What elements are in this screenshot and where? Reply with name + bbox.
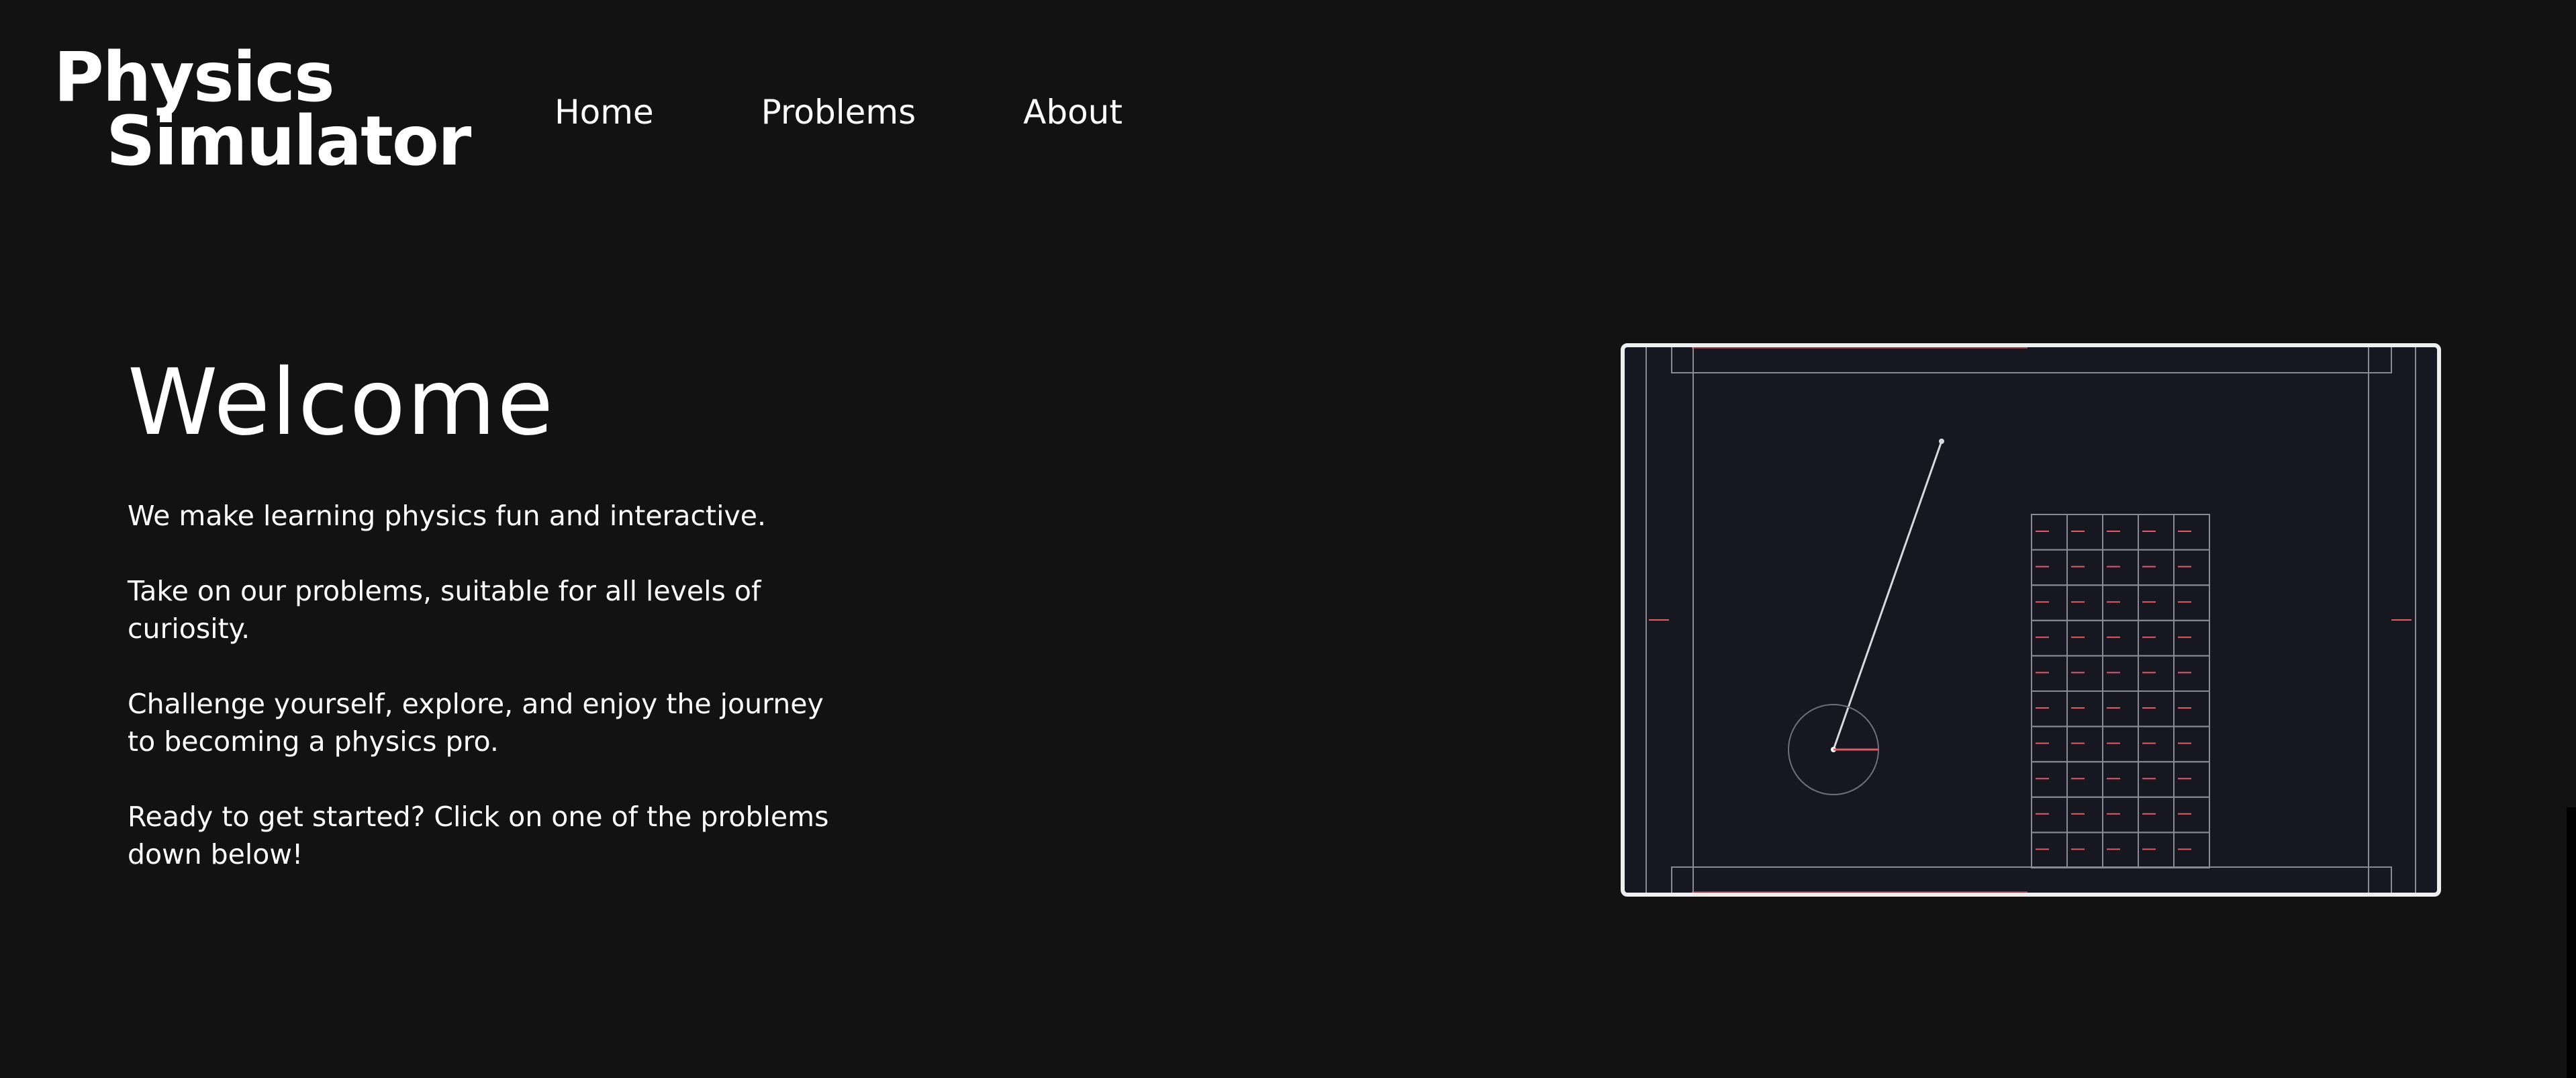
block-cell	[2066, 619, 2103, 657]
main-nav: Home Problems About	[555, 93, 1123, 132]
block-cell	[2138, 690, 2175, 727]
welcome-heading: Welcome	[128, 350, 555, 456]
block-cell	[2066, 584, 2103, 621]
block-cell	[2102, 514, 2139, 551]
logo-line-2: Simulator	[106, 101, 471, 181]
block-cell	[2102, 690, 2139, 727]
top-beam	[1671, 347, 2392, 373]
block-cell	[2102, 584, 2139, 621]
block-cell	[2138, 514, 2175, 551]
nav-about-link[interactable]: About	[1023, 93, 1123, 132]
sim-accents	[1649, 347, 2412, 893]
pendulum[interactable]	[1788, 439, 1944, 795]
block-cell	[2031, 796, 2068, 834]
hero-paragraph-1: We make learning physics fun and interac…	[128, 500, 767, 532]
block-cell	[2173, 796, 2210, 834]
block-cell	[2173, 619, 2210, 657]
nav-home-link[interactable]: Home	[555, 93, 654, 132]
block-cell	[2173, 832, 2210, 869]
nav-problems-link[interactable]: Problems	[761, 93, 916, 132]
block-cell	[2138, 832, 2175, 869]
block-cell	[2102, 761, 2139, 798]
pendulum-pivot	[1939, 439, 1944, 444]
site-logo[interactable]: Physics Simulator	[54, 38, 471, 181]
block-cell	[2066, 796, 2103, 834]
block-cell	[2173, 549, 2210, 586]
block-cell	[2031, 584, 2068, 621]
block-cell	[2173, 584, 2210, 621]
block-cell	[2173, 761, 2210, 798]
block-cell	[2102, 655, 2139, 692]
block-cell	[2031, 725, 2068, 763]
block-cell	[2031, 690, 2068, 727]
logo-line-1: Physics	[54, 38, 335, 118]
block-cell	[2066, 690, 2103, 727]
pendulum-rod	[1832, 441, 1943, 750]
block-cell	[2066, 655, 2103, 692]
block-cell	[2173, 514, 2210, 551]
block-cell	[2138, 619, 2175, 657]
block-cell	[2138, 584, 2175, 621]
block-cell	[2031, 619, 2068, 657]
block-stack	[2031, 514, 2210, 869]
block-cell	[2066, 549, 2103, 586]
block-cell	[2102, 832, 2139, 869]
block-cell	[2031, 761, 2068, 798]
scrollbar-edge	[2567, 807, 2576, 1078]
block-cell	[2102, 549, 2139, 586]
block-cell	[2102, 619, 2139, 657]
simulation-canvas[interactable]	[1625, 347, 2437, 893]
block-cell	[2031, 514, 2068, 551]
block-cell	[2031, 549, 2068, 586]
block-cell	[2138, 796, 2175, 834]
block-cell	[2138, 725, 2175, 763]
block-cell	[2066, 832, 2103, 869]
hero-paragraph-4: Ready to get started? Click on one of th…	[128, 801, 829, 870]
block-cell	[2066, 725, 2103, 763]
block-cell	[2138, 655, 2175, 692]
block-cell	[2173, 725, 2210, 763]
block-cell	[2102, 796, 2139, 834]
hero-paragraph-2: Take on our problems, suitable for all l…	[128, 575, 761, 645]
block-cell	[2102, 725, 2139, 763]
block-cell	[2173, 690, 2210, 727]
hero-section: Welcome We make learning physics fun and…	[128, 349, 859, 911]
block-cell	[2138, 761, 2175, 798]
block-cell	[2031, 655, 2068, 692]
simulation-preview[interactable]	[1621, 343, 2441, 897]
block-cell	[2031, 832, 2068, 869]
block-cell	[2066, 761, 2103, 798]
block-cell	[2066, 514, 2103, 551]
hero-paragraph-3: Challenge yourself, explore, and enjoy t…	[128, 688, 824, 758]
block-cell	[2173, 655, 2210, 692]
block-cell	[2138, 549, 2175, 586]
bottom-beam	[1671, 866, 2392, 893]
